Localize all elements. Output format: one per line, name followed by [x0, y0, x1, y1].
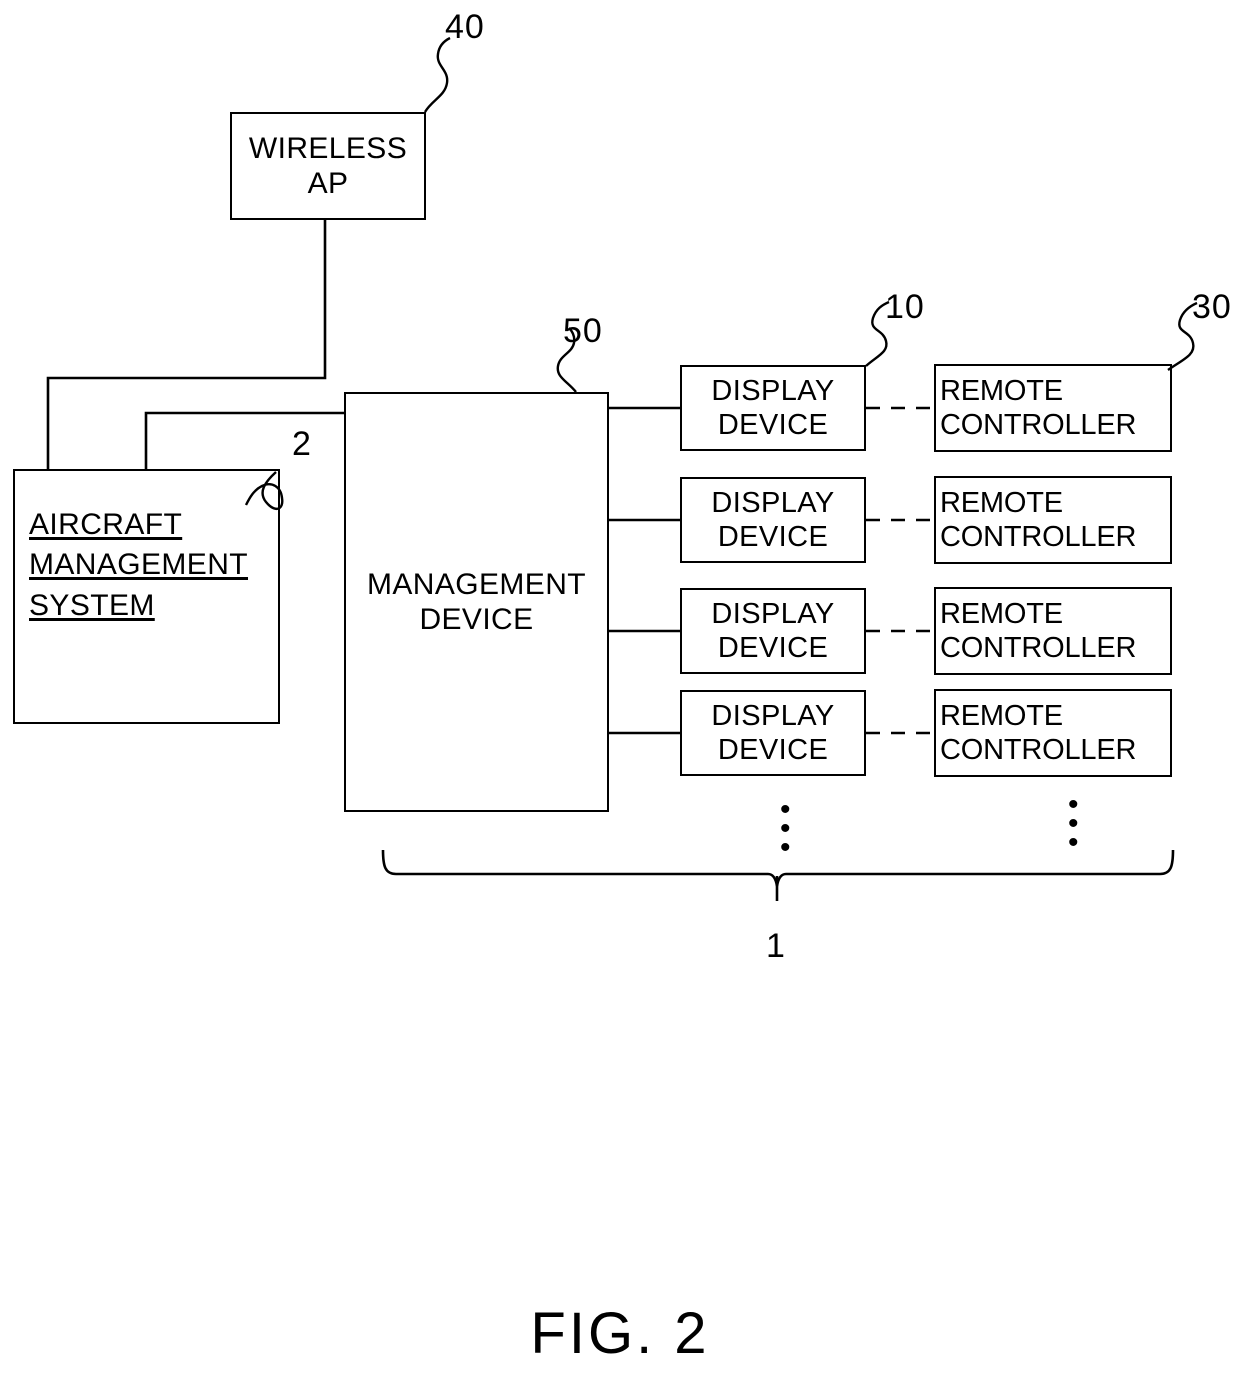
management-device-node: MANAGEMENT DEVICE [344, 392, 609, 812]
display-device-node-3: DISPLAY DEVICE [680, 588, 866, 674]
remote-controller-node-1: REMOTE CONTROLLER [934, 364, 1172, 452]
display-device-node-1: DISPLAY DEVICE [680, 365, 866, 451]
display-device-node-2: DISPLAY DEVICE [680, 477, 866, 563]
link-wireless-ap-to-aircraft [46, 220, 327, 469]
reference-numeral-10: 10 [885, 288, 925, 326]
display-column-ellipsis: • • • [780, 793, 791, 864]
remote-controller-label-1: REMOTE CONTROLLER [940, 374, 1137, 441]
figure-caption: FIG. 2 [530, 1301, 710, 1366]
display-device-label-1: DISPLAY DEVICE [711, 374, 835, 441]
remote-controller-node-4: REMOTE CONTROLLER [934, 689, 1172, 777]
aircraft-management-system-label: AIRCRAFT MANAGEMENT SYSTEM [29, 508, 249, 622]
remote-controller-node-2: REMOTE CONTROLLER [934, 476, 1172, 564]
aircraft-management-system-node: AIRCRAFT MANAGEMENT SYSTEM [13, 469, 280, 724]
reference-numeral-2: 2 [292, 425, 312, 463]
wireless-ap-node: WIRELESS AP [230, 112, 426, 220]
wireless-ap-label: WIRELESS AP [248, 131, 408, 200]
display-device-label-4: DISPLAY DEVICE [711, 699, 835, 766]
remote-controller-node-3: REMOTE CONTROLLER [934, 587, 1172, 675]
remote-controller-label-4: REMOTE CONTROLLER [940, 699, 1137, 766]
display-device-label-3: DISPLAY DEVICE [711, 597, 835, 664]
display-device-node-4: DISPLAY DEVICE [680, 690, 866, 776]
remote-controller-label-2: REMOTE CONTROLLER [940, 486, 1137, 553]
management-device-label: MANAGEMENT DEVICE [366, 567, 586, 636]
reference-numeral-30: 30 [1192, 288, 1232, 326]
display-device-label-2: DISPLAY DEVICE [711, 486, 835, 553]
remote-column-ellipsis: • • • [1068, 788, 1079, 859]
link-management-device-to-aircraft [144, 411, 344, 469]
patent-figure: WIRELESS AP AIRCRAFT MANAGEMENT SYSTEM M… [0, 0, 1240, 1399]
system-brace [381, 849, 1175, 887]
reference-numeral-40: 40 [445, 8, 485, 46]
remote-controller-label-3: REMOTE CONTROLLER [940, 597, 1137, 664]
leader-line-40 [423, 36, 451, 113]
reference-numeral-1: 1 [766, 927, 786, 965]
reference-numeral-50: 50 [563, 312, 603, 350]
